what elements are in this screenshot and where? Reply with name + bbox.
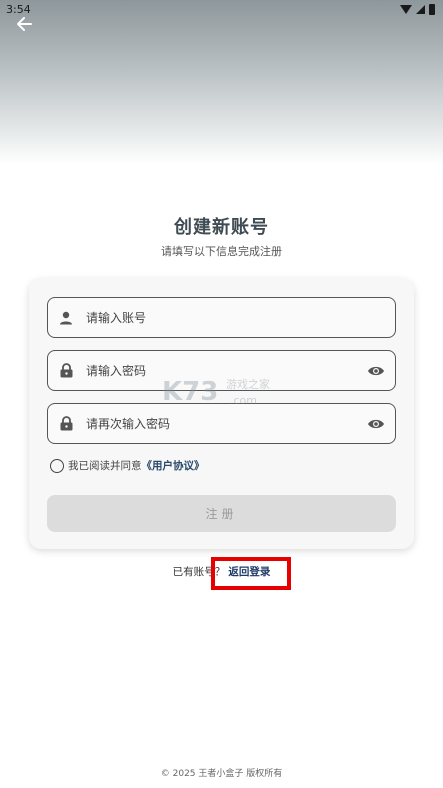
register-card: 我已阅读并同意 《用户协议》 注册 [29, 279, 414, 549]
agreement-text: 我已阅读并同意 [68, 460, 142, 472]
lock-icon [58, 363, 74, 379]
register-button[interactable]: 注册 [47, 495, 396, 532]
page-title: 创建新账号 [174, 217, 269, 238]
status-bar: 3:54 [0, 0, 443, 18]
password-input[interactable] [86, 351, 365, 390]
battery-icon [429, 3, 435, 15]
lock-icon [58, 416, 74, 432]
show-confirm-password-icon[interactable] [365, 413, 387, 435]
wifi-icon [400, 4, 412, 14]
footer-copyright: © 2025 王者小盒子 版权所有 [160, 769, 283, 779]
account-input[interactable] [86, 298, 395, 337]
agreement-radio[interactable] [50, 458, 64, 473]
confirm-password-field[interactable] [47, 403, 396, 444]
signal-icon [416, 4, 425, 14]
status-icons [400, 3, 435, 15]
arrow-left-icon [17, 17, 32, 31]
back-button[interactable] [12, 14, 36, 34]
password-field[interactable] [47, 350, 396, 391]
page-subtitle: 请填写以下信息完成注册 [161, 245, 282, 258]
header-background [0, 0, 443, 165]
account-field[interactable] [47, 297, 396, 338]
person-icon [58, 310, 74, 326]
show-password-icon[interactable] [365, 360, 387, 382]
confirm-password-input[interactable] [86, 404, 365, 443]
highlight-box [211, 557, 291, 590]
agreement-row: 我已阅读并同意 《用户协议》 [50, 458, 205, 473]
user-agreement-link[interactable]: 《用户协议》 [142, 458, 205, 473]
